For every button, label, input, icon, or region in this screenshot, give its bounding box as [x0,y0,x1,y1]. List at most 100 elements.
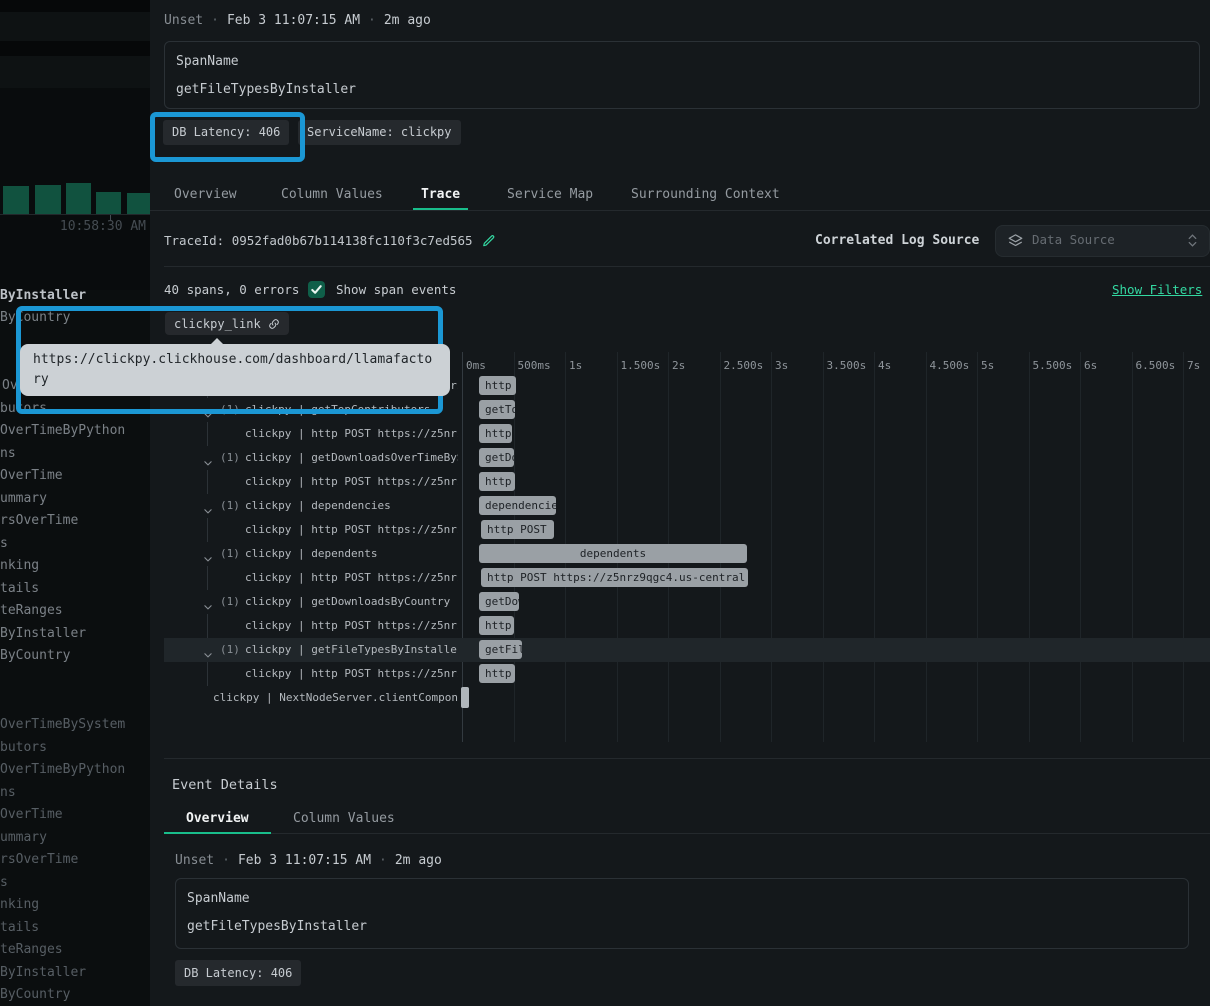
event-tab-column-values[interactable]: Column Values [271,806,417,834]
tab-column-values[interactable]: Column Values [273,181,391,210]
trace-row[interactable]: clickpy | http POST https://z5nrz9qgc4.u… [164,566,1210,590]
sidebar-item[interactable]: butors [0,740,47,756]
axis-tick-label: 7s [1187,359,1200,372]
separator: · [222,853,230,869]
span-duration-bar[interactable]: http POST https://z5nrz9qgc4.us-central [479,424,512,443]
sidebar-item[interactable]: OverTime [0,468,63,484]
trace-row[interactable]: (1)clickpy | dependenciesdependencies [164,494,1210,518]
trace-row[interactable]: (1)clickpy | getDownloadsOverTimeBySyste… [164,446,1210,470]
sidebar-item[interactable]: ByInstaller [0,965,86,981]
sidebar-item[interactable]: ns [0,785,16,801]
span-name-cell: (1)clickpy | getDownloadsByCountry [164,590,458,614]
trace-row[interactable]: clickpy | http POST https://z5nrz9qgc4.u… [164,662,1210,686]
sidebar-item[interactable]: OverTimeBySystem [0,717,125,733]
trace-row[interactable]: clickpy | NextNodeServer.clientComponent… [164,686,1210,710]
span-label: clickpy | http POST https://z5nrz9qgc4.u… [245,619,458,633]
sidebar-item[interactable]: tails [0,581,39,597]
timestamp: Feb 3 11:07:15 AM [227,13,360,29]
sidebar-item[interactable]: ummary [0,830,47,846]
tab-service-map[interactable]: Service Map [499,181,601,210]
axis-tick-label: 3s [775,359,788,372]
link-url-tooltip: https://clickpy.clickhouse.com/dashboard… [20,344,450,396]
sidebar-item[interactable]: OverTime [0,807,63,823]
sidebar-item[interactable]: rsOverTime [0,513,78,529]
trace-row[interactable]: clickpy | http POST https://z5nrz9qgc4.u… [164,614,1210,638]
sidebar-item[interactable]: butors [0,401,47,417]
trace-row[interactable]: (1)clickpy | getFileTypesByInstallergetF… [164,638,1210,662]
separator: · [368,13,376,29]
span-duration-bar[interactable]: dependents [479,544,747,563]
span-duration-bar[interactable]: http POST https://z5nrz9qgc4.us-central [481,520,554,539]
db-latency-badge[interactable]: DB Latency: 406 [163,120,289,145]
span-duration-bar[interactable]: http POST https://z5nrz9qgc4.us-central [479,376,516,395]
mini-chart-bar [35,185,61,214]
sidebar-item[interactable]: ByInstaller [0,626,86,642]
sidebar-band [0,12,150,41]
sidebar-item[interactable]: nking [0,558,39,574]
span-name-cell: (1) clickpy | getTopContributors [164,398,458,422]
sidebar-item[interactable]: nking [0,897,39,913]
trace-row[interactable]: clickpy | http POST https://z5nrz9qgc4.u… [164,518,1210,542]
show-span-events-checkbox[interactable] [308,281,325,298]
sidebar-item[interactable]: Ov [2,378,18,394]
sidebar-item[interactable]: OverTimeByPython [0,762,125,778]
chevron-down-icon[interactable] [203,597,213,607]
tab-surrounding-context[interactable]: Surrounding Context [623,181,788,210]
span-event-count: (1) [220,403,240,416]
chevron-down-icon[interactable] [203,453,213,463]
service-name-badge[interactable]: ServiceName: clickpy [298,120,461,145]
sidebar-item[interactable]: ns [0,446,16,462]
span-duration-bar[interactable]: getTopContributors [479,400,515,419]
trace-row[interactable]: clickpy | http POST https://z5nrz9qgc4.u… [164,470,1210,494]
span-duration-bar[interactable]: http POST https://z5nrz9qgc4.us-central [479,616,514,635]
sidebar-item[interactable]: teRanges [0,603,63,619]
span-duration-bar[interactable]: http POST https://z5nrz9qgc4.us-central [479,472,515,491]
sidebar-item[interactable]: ByInstaller [0,288,86,304]
span-duration-bar[interactable] [461,687,469,708]
span-label: clickpy | http POST https://z5nrz9qgc4.u… [245,427,458,441]
sidebar-item[interactable]: s [0,875,8,891]
trace-row[interactable]: (1) clickpy | getTopContributors getTopCon… [164,398,1210,422]
span-duration-bar[interactable]: getDownloadsByCountry [479,592,519,611]
mini-chart-bar [66,183,91,214]
chevron-down-icon[interactable] [203,405,213,415]
trace-id-value: 0952fad0b67b114138fc110f3c7ed565 [232,233,473,248]
sidebar-band [0,41,150,56]
span-label: clickpy | getTopContributors [245,403,430,417]
trace-row[interactable]: (1)clickpy | getDownloadsByCountry getDow… [164,590,1210,614]
sidebar-item[interactable]: teRanges [0,942,63,958]
chevron-down-icon[interactable] [203,645,213,655]
span-duration-bar[interactable]: http POST https://z5nrz9qgc4.us-central [481,568,748,587]
correlated-log-source-label: Correlated Log Source [815,233,979,248]
chevron-down-icon[interactable] [203,501,213,511]
db-latency-badge[interactable]: DB Latency: 406 [175,960,301,986]
tab-trace[interactable]: Trace [413,181,468,210]
span-label: clickpy | http POST https://z5nrz9qgc4.u… [245,475,458,489]
sidebar-item[interactable]: rsOverTime [0,852,78,868]
span-duration-bar[interactable]: dependencies [479,496,556,515]
sidebar-item[interactable]: OverTimeByPython [0,423,125,439]
span-label: clickpy | NextNodeServer.clientComponent… [213,691,458,705]
edit-trace-id-button[interactable] [482,233,496,247]
span-duration-bar[interactable]: getFileTypesByInstaller [479,640,522,659]
event-tab-overview[interactable]: Overview [164,806,271,834]
clickpy-link-button[interactable]: clickpy_link [165,312,289,335]
mini-chart-bar [3,186,29,214]
sidebar-item[interactable]: ByCountry [0,648,70,664]
data-source-select[interactable]: Data Source [995,225,1210,257]
background-sidebar: 10:58:30 AM ByInstallerByCountryOvbutors… [0,0,150,1006]
sidebar-item[interactable]: ByCountry [0,310,70,326]
sidebar-item[interactable]: ummary [0,491,47,507]
chevron-down-icon[interactable] [203,549,213,559]
sidebar-item[interactable]: tails [0,920,39,936]
show-filters-link[interactable]: Show Filters [1112,282,1202,297]
trace-row[interactable]: clickpy | http POST https://z5nrz9qgc4.u… [164,422,1210,446]
trace-row[interactable]: (1)clickpy | dependentsdependents [164,542,1210,566]
tab-overview[interactable]: Overview [166,181,245,210]
sidebar-item[interactable]: s [0,536,8,552]
span-event-count: (1) [220,499,240,512]
span-duration-bar[interactable]: http POST https://z5nrz9qgc4.us-central [479,664,515,683]
sidebar-item[interactable]: ByCountry [0,987,70,1003]
axis-tick-label: 3.500s [827,359,867,372]
span-duration-bar[interactable]: getDownloadsOverTimeBySystem [479,448,514,467]
